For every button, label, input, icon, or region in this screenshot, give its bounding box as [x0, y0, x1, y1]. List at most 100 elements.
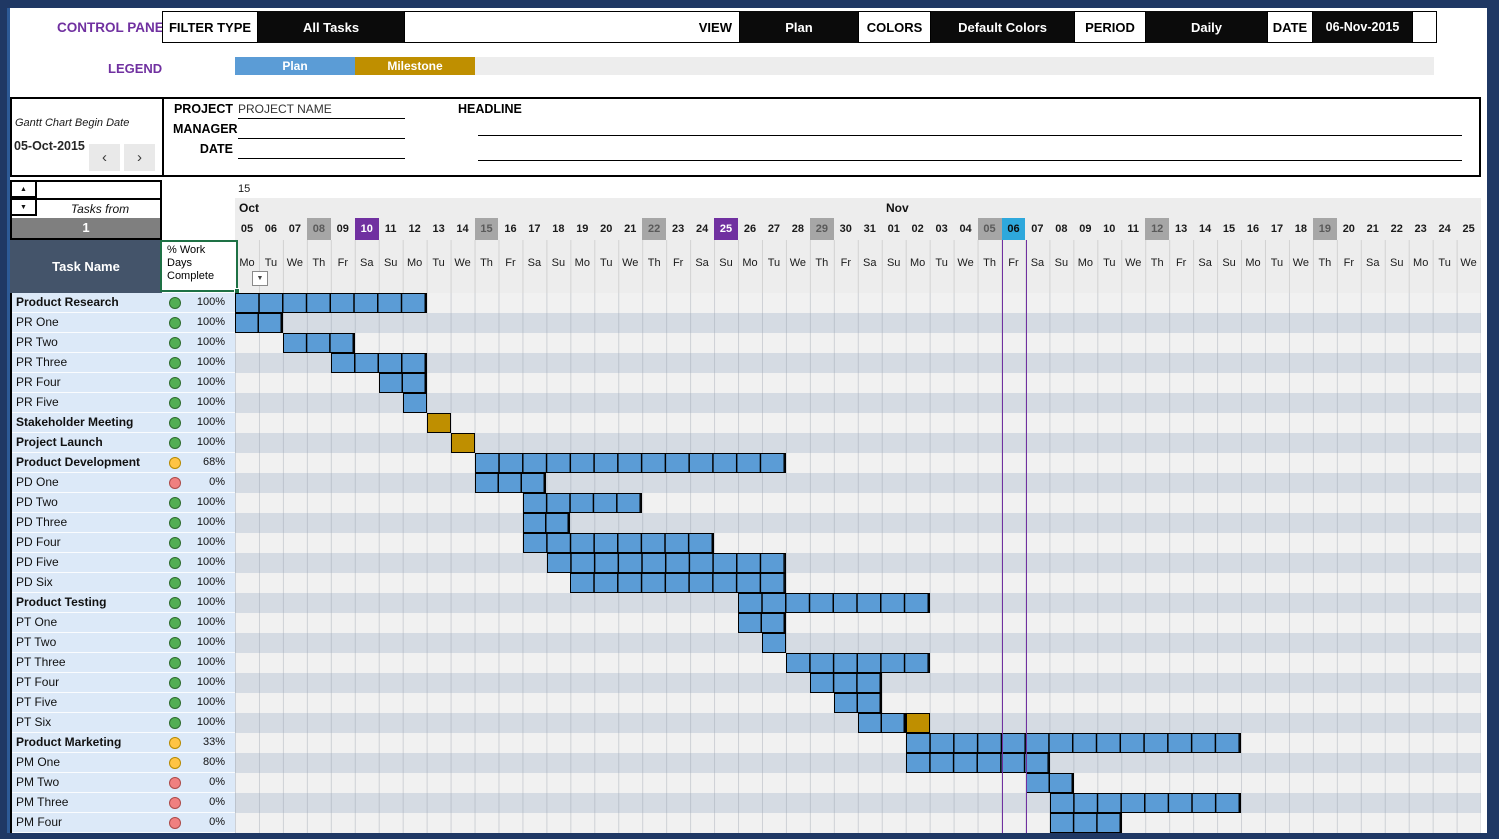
percent-complete-value[interactable]: 100%	[179, 633, 225, 652]
scroll-down-button[interactable]: ▼	[10, 198, 37, 216]
task-name-cell[interactable]: Product Testing	[16, 593, 106, 612]
task-name-cell[interactable]: Stakeholder Meeting	[16, 413, 133, 432]
gantt-bar-plan[interactable]	[475, 453, 787, 473]
percent-complete-value[interactable]: 80%	[179, 753, 225, 772]
task-name-cell[interactable]: PM Three	[16, 793, 68, 812]
task-name-cell[interactable]: PR One	[16, 313, 59, 332]
gantt-bar-plan[interactable]	[379, 373, 427, 393]
gantt-bar-plan[interactable]	[738, 593, 930, 613]
percent-complete-value[interactable]: 100%	[179, 493, 225, 512]
percent-complete-value[interactable]: 100%	[179, 693, 225, 712]
begin-date-forward-button[interactable]: ›	[124, 144, 155, 171]
gantt-bar-milestone[interactable]	[906, 713, 930, 733]
percent-complete-value[interactable]: 100%	[179, 513, 225, 532]
percent-complete-value[interactable]: 100%	[179, 393, 225, 412]
gantt-bar-plan[interactable]	[762, 633, 786, 653]
gantt-bar-plan[interactable]	[834, 693, 882, 713]
gantt-bar-plan[interactable]	[523, 513, 571, 533]
task-name-cell[interactable]: PD Six	[16, 573, 53, 592]
gantt-bar-plan[interactable]	[786, 653, 930, 673]
gantt-bar-plan[interactable]	[523, 533, 715, 553]
task-name-cell[interactable]: PD Two	[16, 493, 58, 512]
gantt-bar-plan[interactable]	[283, 333, 355, 353]
project-date-field[interactable]	[238, 142, 405, 159]
gantt-bar-plan[interactable]	[547, 553, 787, 573]
task-name-cell[interactable]: Product Research	[16, 293, 119, 312]
date-value[interactable]: 06-Nov-2015	[1313, 11, 1412, 43]
gantt-bar-plan[interactable]	[475, 473, 547, 493]
task-name-cell[interactable]: PR Three	[16, 353, 67, 372]
task-name-cell[interactable]: PT Six	[16, 713, 51, 732]
date-spinner-box[interactable]	[1412, 11, 1437, 43]
task-name-cell[interactable]: PT Three	[16, 653, 66, 672]
task-name-cell[interactable]: PT Four	[16, 673, 59, 692]
gantt-bar-plan[interactable]	[810, 673, 882, 693]
gantt-bar-plan[interactable]	[1050, 793, 1242, 813]
percent-complete-value[interactable]: 100%	[179, 293, 225, 312]
task-name-cell[interactable]: PM Two	[16, 773, 59, 792]
percent-complete-value[interactable]: 100%	[179, 353, 225, 372]
percent-complete-value[interactable]: 100%	[179, 593, 225, 612]
task-name-cell[interactable]: PT Five	[16, 693, 57, 712]
percent-complete-value[interactable]: 100%	[179, 373, 225, 392]
gantt-bar-milestone[interactable]	[427, 413, 451, 433]
task-name-cell[interactable]: PD Five	[16, 553, 59, 572]
task-name-cell[interactable]: Product Marketing	[16, 733, 121, 752]
gantt-bar-plan[interactable]	[906, 733, 1241, 753]
percent-complete-value[interactable]: 68%	[179, 453, 225, 472]
task-name-cell[interactable]: PT One	[16, 613, 57, 632]
period-value[interactable]: Daily	[1146, 11, 1267, 43]
filter-dropdown-button[interactable]: ▼	[252, 271, 268, 286]
percent-complete-value[interactable]: 100%	[179, 413, 225, 432]
gantt-bar-plan[interactable]	[235, 293, 427, 313]
percent-complete-value[interactable]: 100%	[179, 433, 225, 452]
percent-complete-value[interactable]: 0%	[179, 773, 225, 792]
percent-complete-value[interactable]: 100%	[179, 713, 225, 732]
percent-complete-header-cell[interactable]: % WorkDaysComplete	[160, 240, 238, 292]
task-name-cell[interactable]: PM One	[16, 753, 60, 772]
task-name-cell[interactable]: PR Four	[16, 373, 61, 392]
percent-complete-value[interactable]: 100%	[179, 533, 225, 552]
task-name-cell[interactable]: PD Three	[16, 513, 67, 532]
headline-field-line2[interactable]	[478, 144, 1462, 161]
percent-complete-value[interactable]: 100%	[179, 653, 225, 672]
task-name-cell[interactable]: Project Launch	[16, 433, 103, 452]
gantt-bar-plan[interactable]	[738, 613, 786, 633]
task-name-cell[interactable]: PR Five	[16, 393, 59, 412]
gantt-bar-milestone[interactable]	[451, 433, 475, 453]
percent-complete-value[interactable]: 100%	[179, 313, 225, 332]
task-name-cell[interactable]: PM Four	[16, 813, 62, 832]
view-value[interactable]: Plan	[740, 11, 858, 43]
gantt-bar-plan[interactable]	[235, 313, 283, 333]
gantt-bar-plan[interactable]	[1050, 813, 1122, 833]
gantt-bar-plan[interactable]	[403, 393, 427, 413]
gantt-bar-plan[interactable]	[331, 353, 427, 373]
percent-complete-value[interactable]: 33%	[179, 733, 225, 752]
percent-complete-value[interactable]: 100%	[179, 553, 225, 572]
gantt-bar-plan[interactable]	[858, 713, 906, 733]
scroll-up-button[interactable]: ▲	[10, 180, 37, 198]
percent-complete-value[interactable]: 0%	[179, 473, 225, 492]
gantt-bar-plan[interactable]	[906, 753, 1050, 773]
percent-complete-value[interactable]: 100%	[179, 613, 225, 632]
task-name-cell[interactable]: PD Four	[16, 533, 61, 552]
percent-complete-value[interactable]: 0%	[179, 793, 225, 812]
percent-complete-value[interactable]: 100%	[179, 573, 225, 592]
gantt-bar-plan[interactable]	[1026, 773, 1074, 793]
headline-field-line1[interactable]	[478, 119, 1462, 136]
project-name-field[interactable]: PROJECT NAME	[238, 102, 405, 119]
gantt-bar-plan[interactable]	[523, 493, 643, 513]
manager-field[interactable]	[238, 122, 405, 139]
task-name-cell[interactable]: PT Two	[16, 633, 56, 652]
percent-complete-value[interactable]: 100%	[179, 333, 225, 352]
colors-value[interactable]: Default Colors	[931, 11, 1074, 43]
percent-complete-value[interactable]: 0%	[179, 813, 225, 832]
task-name-cell[interactable]: PD One	[16, 473, 59, 492]
gantt-bar-plan[interactable]	[570, 573, 786, 593]
task-name-cell[interactable]: Product Development	[16, 453, 140, 472]
percent-complete-value[interactable]: 100%	[179, 673, 225, 692]
task-name-cell[interactable]: PR Two	[16, 333, 58, 352]
gantt-begin-date-value[interactable]: 05-Oct-2015	[14, 139, 85, 153]
filter-type-value[interactable]: All Tasks	[258, 11, 404, 43]
begin-date-back-button[interactable]: ‹	[89, 144, 120, 171]
